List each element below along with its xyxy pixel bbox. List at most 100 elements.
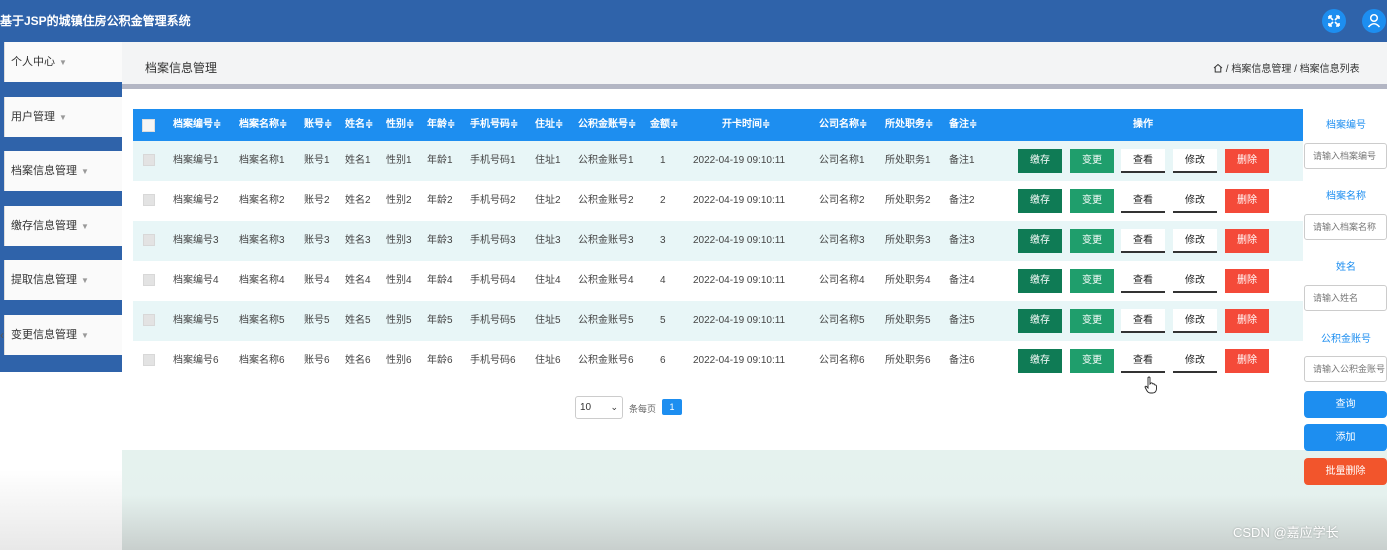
search-input-fund-account[interactable]: 请输入公积金账号 [1304, 356, 1387, 382]
change-button[interactable]: 变更 [1070, 149, 1114, 173]
cell-gender: 性别2 [386, 195, 412, 206]
fullscreen-icon[interactable] [1322, 9, 1346, 33]
sidebar-item-archive-management[interactable]: 档案信息管理 ▼ [4, 151, 122, 191]
column-header[interactable]: 手机号码≑ [470, 109, 518, 141]
cell-gender: 性别4 [386, 275, 412, 286]
column-header[interactable]: 备注≑ [949, 109, 977, 141]
sidebar-item-user-management[interactable]: 用户管理 ▼ [4, 97, 122, 137]
delete-button[interactable]: 删除 [1225, 189, 1269, 213]
column-header[interactable]: 档案名称≑ [239, 109, 287, 141]
page-title: 档案信息管理 [145, 61, 218, 75]
view-button[interactable]: 查看 [1121, 269, 1165, 293]
delete-button[interactable]: 删除 [1225, 229, 1269, 253]
table-row: 档案编号6 档案名称6 账号6 姓名6 性别6 年龄6 手机号码6 住址6 公积… [133, 341, 1303, 381]
add-button[interactable]: 添加 [1304, 424, 1387, 451]
column-header[interactable]: 公司名称≑ [819, 109, 867, 141]
delete-button[interactable]: 删除 [1225, 349, 1269, 373]
breadcrumb-text[interactable]: / 档案信息管理 / 档案信息列表 [1226, 64, 1360, 75]
column-header[interactable]: 开卡时间≑ [722, 109, 770, 141]
edit-button[interactable]: 修改 [1173, 149, 1217, 173]
sidebar-item-change-management[interactable]: 变更信息管理 ▼ [4, 315, 122, 355]
search-input-archive-no[interactable]: 请输入档案编号 [1304, 143, 1387, 169]
cell-fund-account: 公积金账号4 [578, 275, 634, 286]
sidebar-item-deposit-management[interactable]: 缴存信息管理 ▼ [4, 206, 122, 246]
view-button[interactable]: 查看 [1121, 149, 1165, 173]
column-header[interactable]: 住址≑ [535, 109, 563, 141]
column-header[interactable]: 账号≑ [304, 109, 332, 141]
delete-button[interactable]: 删除 [1225, 269, 1269, 293]
edit-button[interactable]: 修改 [1173, 269, 1217, 293]
sidebar-item-label: 用户管理 [11, 111, 55, 123]
cell-amount: 1 [660, 155, 666, 166]
edit-button[interactable]: 修改 [1173, 349, 1217, 373]
column-header[interactable]: 档案编号≑ [173, 109, 221, 141]
cell-age: 年龄6 [427, 355, 453, 366]
home-icon[interactable] [1213, 63, 1223, 73]
caret-down-icon: ▼ [81, 222, 89, 231]
sidebar-item-withdrawal-management[interactable]: 提取信息管理 ▼ [4, 260, 122, 300]
sidebar-item-personal-center[interactable]: 个人中心 ▼ [4, 42, 122, 82]
row-checkbox[interactable] [143, 234, 155, 246]
cell-archive-no: 档案编号5 [173, 315, 219, 326]
delete-button[interactable]: 删除 [1225, 149, 1269, 173]
search-input-name[interactable]: 请输入姓名 [1304, 285, 1387, 311]
select-all-checkbox[interactable] [142, 119, 155, 132]
view-button[interactable]: 查看 [1121, 189, 1165, 213]
deposit-button[interactable]: 缴存 [1018, 269, 1062, 293]
change-button[interactable]: 变更 [1070, 349, 1114, 373]
column-header[interactable]: 姓名≑ [345, 109, 373, 141]
cell-archive-no: 档案编号6 [173, 355, 219, 366]
cell-fund-account: 公积金账号2 [578, 195, 634, 206]
change-button[interactable]: 变更 [1070, 269, 1114, 293]
column-header[interactable]: 年龄≑ [427, 109, 455, 141]
cell-company: 公司名称1 [819, 155, 865, 166]
deposit-button[interactable]: 缴存 [1018, 189, 1062, 213]
sidebar-item-label: 缴存信息管理 [11, 220, 77, 232]
column-header[interactable]: 金额≑ [650, 109, 678, 141]
edit-button[interactable]: 修改 [1173, 229, 1217, 253]
edit-button[interactable]: 修改 [1173, 309, 1217, 333]
query-button[interactable]: 查询 [1304, 391, 1387, 418]
change-button[interactable]: 变更 [1070, 309, 1114, 333]
cell-company: 公司名称3 [819, 235, 865, 246]
column-header[interactable]: 公积金账号≑ [578, 109, 636, 141]
cell-fund-account: 公积金账号5 [578, 315, 634, 326]
user-icon[interactable] [1362, 9, 1386, 33]
delete-button[interactable]: 删除 [1225, 309, 1269, 333]
table-header: 档案编号≑ 档案名称≑ 账号≑ 姓名≑ 性别≑ 年龄≑ 手机号码≑ 住址≑ 公积… [133, 109, 1303, 141]
watermark: CSDN @嘉应学长 [1233, 525, 1339, 540]
view-button[interactable]: 查看 [1121, 229, 1165, 253]
search-input-archive-name[interactable]: 请输入档案名称 [1304, 214, 1387, 240]
cell-archive-name: 档案名称4 [239, 275, 285, 286]
view-button[interactable]: 查看 [1121, 349, 1165, 373]
deposit-button[interactable]: 缴存 [1018, 309, 1062, 333]
column-header[interactable]: 所处职务≑ [885, 109, 933, 141]
row-checkbox[interactable] [143, 354, 155, 366]
edit-button[interactable]: 修改 [1173, 189, 1217, 213]
column-header[interactable]: 性别≑ [386, 109, 414, 141]
change-button[interactable]: 变更 [1070, 229, 1114, 253]
view-button[interactable]: 查看 [1121, 309, 1165, 333]
collapse-arrow-icon[interactable]: ‹ [0, 328, 8, 344]
deposit-button[interactable]: 缴存 [1018, 229, 1062, 253]
cell-archive-name: 档案名称1 [239, 155, 285, 166]
row-checkbox[interactable] [143, 154, 155, 166]
page-size-select[interactable]: 10 ⌄ [575, 396, 623, 419]
row-checkbox[interactable] [143, 274, 155, 286]
cell-company: 公司名称2 [819, 195, 865, 206]
row-checkbox[interactable] [143, 314, 155, 326]
cell-position: 所处职务6 [885, 355, 931, 366]
deposit-button[interactable]: 缴存 [1018, 349, 1062, 373]
search-label-archive-name: 档案名称 [1326, 191, 1366, 202]
page-number-button[interactable]: 1 [662, 399, 682, 415]
deposit-button[interactable]: 缴存 [1018, 149, 1062, 173]
cell-phone: 手机号码5 [470, 315, 516, 326]
row-checkbox[interactable] [143, 194, 155, 206]
change-button[interactable]: 变更 [1070, 189, 1114, 213]
caret-down-icon: ▼ [59, 58, 67, 67]
cell-address: 住址1 [535, 155, 561, 166]
cell-archive-no: 档案编号4 [173, 275, 219, 286]
cell-company: 公司名称4 [819, 275, 865, 286]
batch-delete-button[interactable]: 批量删除 [1304, 458, 1387, 485]
cell-open-time: 2022-04-19 09:10:11 [693, 155, 786, 166]
